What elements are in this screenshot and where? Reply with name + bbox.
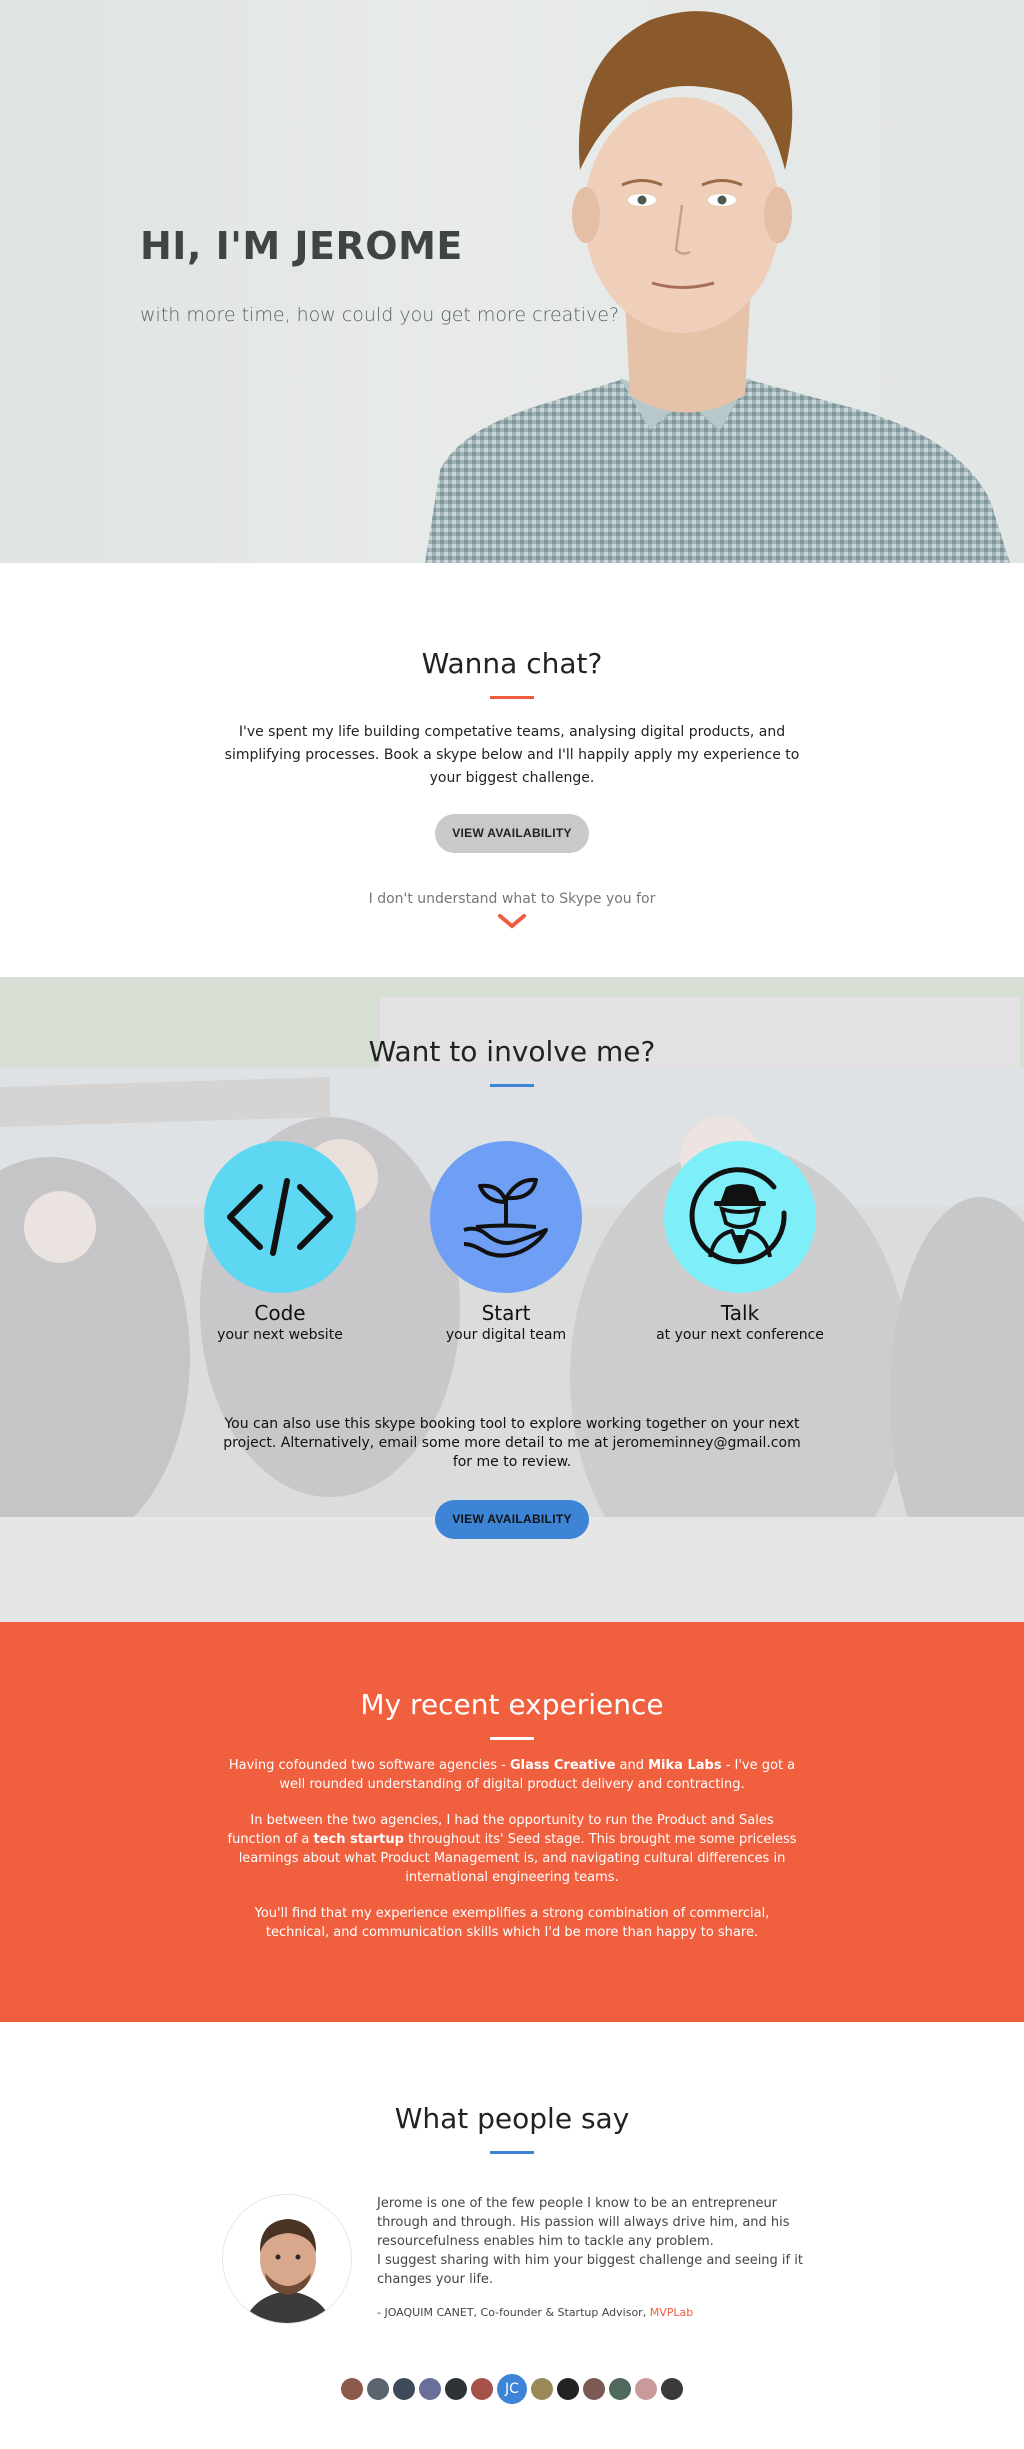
service-code[interactable]: Code your next website [170,1141,390,1343]
avatar-dot-active[interactable]: JC [497,2374,527,2404]
start-circle[interactable] [430,1141,582,1293]
chat-section: Wanna chat? I've spent my life building … [0,563,1024,977]
chat-lead: I've spent my life building competative … [224,724,800,786]
chat-title-underline [490,696,534,699]
involve-content: Want to involve me? Code your next websi… [0,977,1024,1539]
testimonial: Jerome is one of the few people I know t… [0,2194,1024,2334]
service-name: Talk [720,1301,760,1325]
skype-hint-link[interactable]: I don't understand what to Skype you for [0,891,1024,907]
involve-title-underline [490,1084,534,1087]
glass-creative-link[interactable]: Glass Creative [510,1758,615,1773]
view-availability-button-blue[interactable]: VIEW AVAILABILITY [435,1500,589,1539]
experience-paragraph-3: You'll find that my experience exemplifi… [254,1906,770,1940]
company-link[interactable]: MVPLab [650,2306,694,2319]
testimonial-quote-1: Jerome is one of the few people I know t… [377,2196,790,2249]
avatar-dot[interactable] [583,2378,605,2400]
avatar-dot[interactable] [341,2378,363,2400]
avatar-dot[interactable] [557,2378,579,2400]
experience-paragraph-1: Having cofounded two software agencies -… [222,1756,802,1794]
avatar-dot[interactable] [471,2378,493,2400]
testimonials-title: What people say [394,2102,630,2135]
avatar-dot[interactable] [419,2378,441,2400]
testimonials-section: What people say Jerome is one of the few… [0,2022,1024,2449]
avatar-dot[interactable] [661,2378,683,2400]
talk-circle[interactable] [664,1141,816,1293]
service-name: Start [481,1301,531,1325]
service-start[interactable]: Start your digital team [396,1141,616,1343]
view-availability-button[interactable]: VIEW AVAILABILITY [435,814,589,853]
hero-section: HI, I'M JEROME with more time, how could… [0,0,1024,563]
testimonial-avatar-selector: JC [0,2374,1024,2404]
avatar-dot[interactable] [635,2378,657,2400]
avatar-dot[interactable] [393,2378,415,2400]
avatar-dot[interactable] [609,2378,631,2400]
avatar-dot[interactable] [367,2378,389,2400]
involve-section: Want to involve me? Code your next websi… [0,977,1024,1622]
text-span: Having cofounded two software agencies - [228,1758,510,1773]
code-circle[interactable] [204,1141,356,1293]
tech-startup-link[interactable]: tech startup [314,1832,404,1847]
service-talk[interactable]: Talk at your next conference [630,1141,850,1343]
involve-note: You can also use this skype booking tool… [223,1416,801,1470]
testimonial-body: Jerome is one of the few people I know t… [377,2194,807,2322]
service-name: Code [254,1301,306,1325]
avatar-dot[interactable] [531,2378,553,2400]
service-sub: your next website [217,1327,343,1343]
seedling-hand-icon [463,1177,548,1258]
spy-person-icon [689,1167,787,1265]
testimonial-avatar [222,2194,352,2324]
chat-title: Wanna chat? [421,647,603,680]
involve-title: Want to involve me? [368,1035,656,1068]
experience-title: My recent experience [360,1688,664,1721]
service-sub: your digital team [445,1327,567,1343]
experience-section: My recent experience Having cofounded tw… [0,1622,1024,2022]
text-span: and [615,1758,649,1773]
testimonial-author: - JOAQUIM CANET, Co-founder & Startup Ad… [377,2303,807,2322]
service-sub: at your next conference [656,1327,824,1343]
avatar-dot[interactable] [445,2378,467,2400]
testimonials-title-underline [490,2151,534,2154]
experience-title-underline [490,1737,534,1740]
chevron-down-icon[interactable] [497,913,527,929]
author-name: - JOAQUIM CANET, Co-founder & Startup Ad… [377,2306,650,2319]
code-icon [227,1178,333,1256]
testimonial-quote-2: I suggest sharing with him your biggest … [377,2253,803,2287]
portrait-photo [425,11,1010,563]
mika-labs-link[interactable]: Mika Labs [648,1758,721,1773]
services-row: Code your next website Start your digita… [0,1141,1024,1351]
experience-paragraph-2: In between the two agencies, I had the o… [222,1811,802,1887]
